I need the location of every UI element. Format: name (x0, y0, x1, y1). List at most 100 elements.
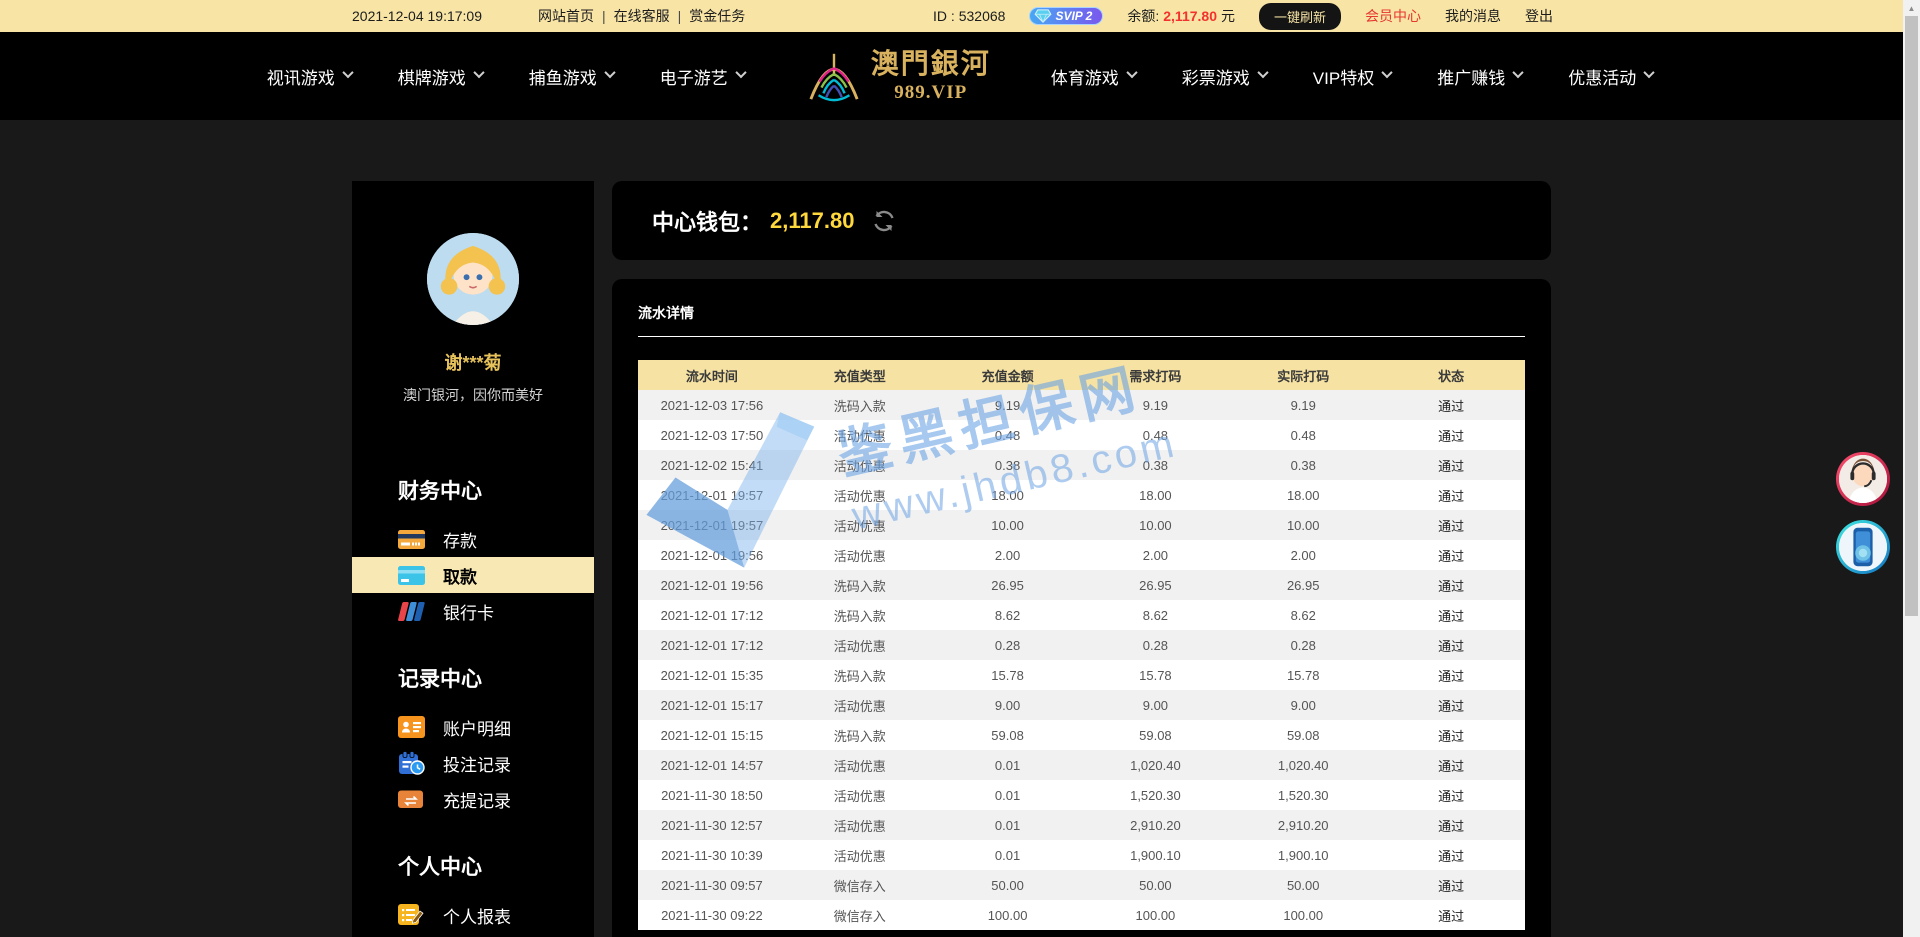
wallet-refresh-icon[interactable] (872, 209, 896, 233)
table-cell: 0.48 (1229, 420, 1377, 450)
table-row: 2021-12-01 19:57活动优惠18.0018.0018.00通过 (638, 480, 1525, 510)
nav-item[interactable]: 捕鱼游戏 (529, 64, 614, 89)
table-cell: 0.01 (934, 780, 1082, 810)
table-row: 2021-12-01 17:12活动优惠0.280.280.28通过 (638, 630, 1525, 660)
nav-item[interactable]: VIP特权 (1313, 64, 1391, 89)
table-cell: 100.00 (934, 900, 1082, 930)
table-column-header: 充值类型 (786, 360, 934, 390)
table-cell: 2021-12-01 15:17 (638, 690, 786, 720)
status-cell: 通过 (1377, 870, 1525, 900)
avatar[interactable] (427, 233, 519, 325)
one-key-refresh-button[interactable]: 一键刷新 (1259, 3, 1341, 30)
mobile-app-button[interactable] (1836, 520, 1890, 574)
table-cell: 2021-12-03 17:56 (638, 390, 786, 420)
table-cell: 8.62 (934, 600, 1082, 630)
scrollbar-up-arrow-icon[interactable]: ▲ (1903, 0, 1920, 16)
personal-report-icon (398, 903, 425, 927)
recharge-withdraw-records-icon (398, 787, 425, 811)
table-cell: 活动优惠 (786, 480, 934, 510)
status-cell: 通过 (1377, 690, 1525, 720)
sidebar-item-label: 充提记录 (443, 787, 511, 812)
sidebar-item[interactable]: 个人报表 (352, 897, 594, 933)
svip-badge[interactable]: SVIP 2 (1029, 7, 1103, 25)
table-column-header: 流水时间 (638, 360, 786, 390)
sidebar-item-label: 银行卡 (443, 599, 494, 624)
link-separator: | (602, 8, 606, 24)
status-cell: 通过 (1377, 810, 1525, 840)
customer-service-button[interactable] (1836, 452, 1890, 506)
sidebar-item[interactable]: 取款 (352, 557, 594, 593)
sidebar-item[interactable]: 充提记录 (352, 781, 594, 817)
table-column-header: 需求打码 (1081, 360, 1229, 390)
account-details-icon (398, 715, 425, 739)
table-column-header: 充值金额 (934, 360, 1082, 390)
galaxy-fountain-icon (805, 49, 863, 103)
table-cell: 2021-12-01 15:15 (638, 720, 786, 750)
sidebar-item[interactable]: 账户明细 (352, 709, 594, 745)
sidebar-item-label: 账户明细 (443, 715, 511, 740)
my-messages-link[interactable]: 我的消息 (1445, 6, 1501, 26)
table-cell: 18.00 (1081, 480, 1229, 510)
slogan: 澳门银河，因你而美好 (352, 385, 594, 405)
table-cell: 2021-11-30 09:57 (638, 870, 786, 900)
table-cell: 2021-11-30 18:50 (638, 780, 786, 810)
status-cell: 通过 (1377, 480, 1525, 510)
table-cell: 2021-12-01 19:57 (638, 510, 786, 540)
bank-cards-icon (398, 599, 425, 623)
nav-item-label: 电子游艺 (660, 64, 728, 89)
nav-item[interactable]: 电子游艺 (660, 64, 745, 89)
table-cell: 2.00 (1229, 540, 1377, 570)
logo-title: 澳門銀河 (871, 51, 991, 79)
wallet-amount: 2,117.80 (770, 208, 854, 234)
table-cell: 2021-12-02 15:41 (638, 450, 786, 480)
nav-item[interactable]: 体育游戏 (1051, 64, 1136, 89)
nav-item-label: 优惠活动 (1568, 64, 1636, 89)
table-cell: 50.00 (1229, 870, 1377, 900)
logout-link[interactable]: 登出 (1525, 6, 1553, 26)
table-cell: 0.01 (934, 750, 1082, 780)
table-cell: 26.95 (1081, 570, 1229, 600)
nav-item[interactable]: 推广赚钱 (1437, 64, 1522, 89)
nav-item-label: VIP特权 (1313, 64, 1374, 89)
nav-item[interactable]: 彩票游戏 (1182, 64, 1267, 89)
page: 2021-12-04 19:17:09 网站首页|在线客服|赏金任务 ID : … (0, 0, 1920, 937)
flow-details-title: 流水详情 (638, 303, 1525, 337)
link-separator: | (678, 8, 682, 24)
nav-item[interactable]: 棋牌游戏 (398, 64, 483, 89)
sidebar-item-label: 个人报表 (443, 903, 511, 928)
flow-table: 流水时间充值类型充值金额需求打码实际打码状态 2021-12-03 17:56洗… (638, 360, 1525, 930)
chevron-down-icon (1257, 67, 1268, 78)
table-cell: 活动优惠 (786, 840, 934, 870)
user-id-text: ID : 532068 (933, 8, 1005, 24)
scrollbar-thumb[interactable] (1905, 16, 1918, 616)
scrollbar[interactable]: ▲ (1903, 0, 1920, 937)
site-logo[interactable]: 澳門銀河 989.VIP (805, 49, 991, 103)
sidebar-item[interactable]: 银行卡 (352, 593, 594, 629)
table-cell: 100.00 (1081, 900, 1229, 930)
topbar-link[interactable]: 在线客服 (614, 6, 670, 26)
nav-left-group: 视讯游戏 棋牌游戏 捕鱼游戏 电子游艺 (267, 64, 745, 89)
table-cell: 2021-11-30 10:39 (638, 840, 786, 870)
table-row: 2021-12-01 17:12洗码入款8.628.628.62通过 (638, 600, 1525, 630)
table-cell: 2021-11-30 12:57 (638, 810, 786, 840)
topbar-link[interactable]: 赏金任务 (689, 6, 745, 26)
sidebar-item[interactable]: 存款 (352, 521, 594, 557)
table-cell: 洗码入款 (786, 600, 934, 630)
sidebar-item-label: 取款 (443, 563, 477, 588)
table-cell: 9.19 (1081, 390, 1229, 420)
topbar-link[interactable]: 网站首页 (538, 6, 594, 26)
table-cell: 活动优惠 (786, 450, 934, 480)
table-cell: 9.00 (1081, 690, 1229, 720)
customer-service-girl-icon (1839, 455, 1887, 503)
nav-item-label: 捕鱼游戏 (529, 64, 597, 89)
sidebar-item[interactable]: 投注记录 (352, 745, 594, 781)
nav-item[interactable]: 视讯游戏 (267, 64, 352, 89)
table-cell: 2021-12-01 19:56 (638, 540, 786, 570)
status-cell: 通过 (1377, 720, 1525, 750)
table-cell: 1,020.40 (1229, 750, 1377, 780)
nav-item[interactable]: 优惠活动 (1568, 64, 1653, 89)
sidebar-item[interactable]: 安全中心 (352, 933, 594, 937)
member-center-link[interactable]: 会员中心 (1365, 6, 1421, 26)
table-cell: 8.62 (1229, 600, 1377, 630)
wallet-label: 中心钱包： (652, 205, 762, 237)
